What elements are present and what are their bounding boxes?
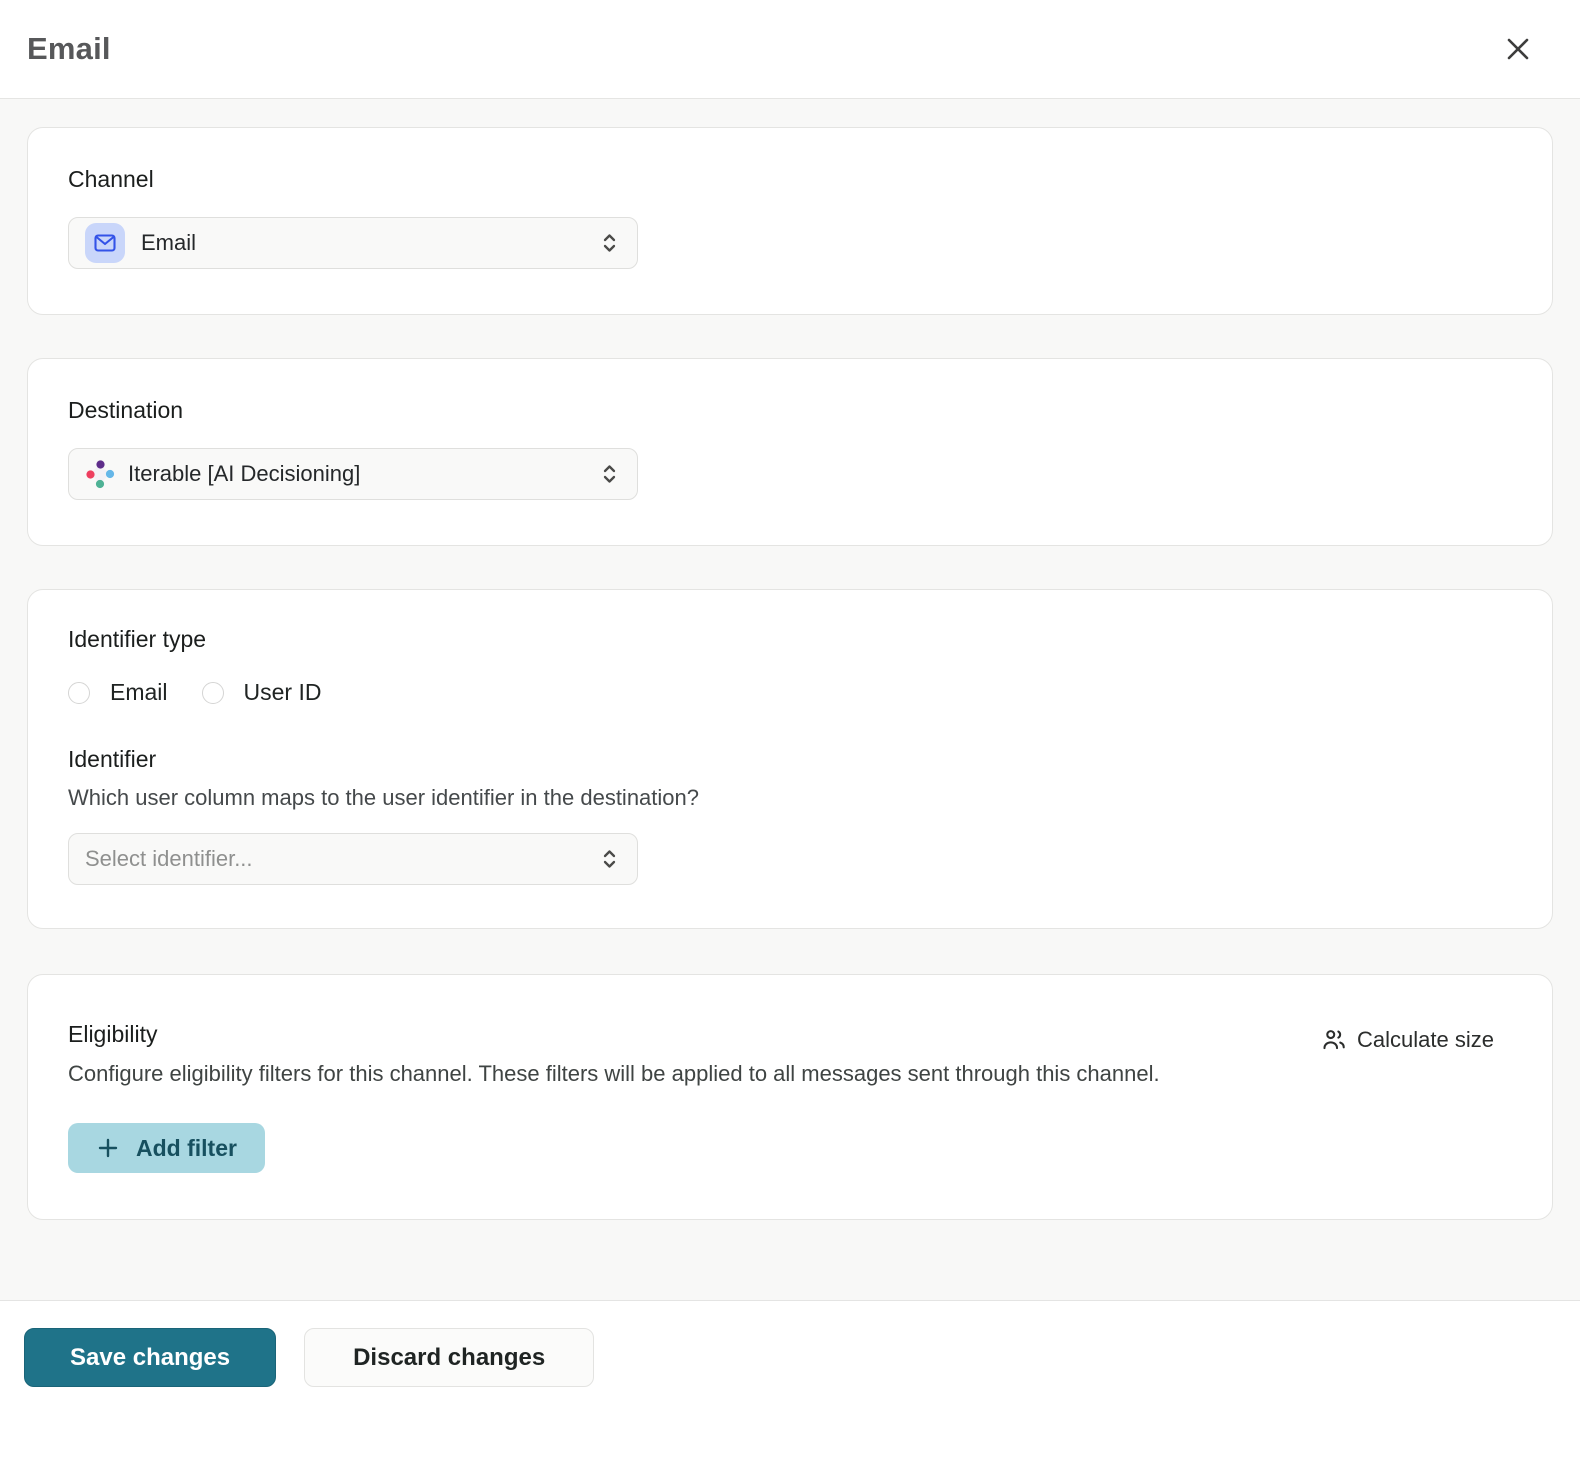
identifier-select[interactable]: Select identifier... (68, 833, 638, 885)
chevron-up-down-icon (601, 462, 618, 486)
identifier-select-placeholder: Select identifier... (85, 846, 253, 871)
eligibility-card: Eligibility Configure eligibility filter… (27, 974, 1553, 1221)
destination-label: Destination (68, 397, 184, 423)
channel-label: Channel (68, 166, 154, 192)
radio-email-circle[interactable] (68, 681, 90, 704)
close-icon (1504, 35, 1532, 63)
channel-select-value: Email (141, 230, 197, 255)
radio-user-id-circle[interactable] (201, 681, 224, 704)
radio-option-email[interactable]: Email (68, 679, 168, 706)
users-icon (1321, 1027, 1347, 1053)
eligibility-description: Configure eligibility filters for this c… (68, 1061, 1160, 1086)
email-icon (85, 223, 125, 263)
drawer-body: Channel Email Destination Iterable [AI D… (0, 99, 1580, 1301)
destination-card: Destination Iterable [AI Decisioning] (27, 358, 1553, 546)
drawer-footer: Save changes Discard changes (0, 1300, 1580, 1415)
close-button[interactable] (1496, 27, 1540, 71)
discard-changes-button[interactable]: Discard changes (304, 1328, 595, 1388)
calculate-size-label: Calculate size (1357, 1027, 1494, 1052)
identifier-help-text: Which user column maps to the user ident… (68, 785, 699, 810)
eligibility-title: Eligibility (68, 1021, 158, 1047)
calculate-size-button[interactable]: Calculate size (1321, 1027, 1494, 1053)
channel-select[interactable]: Email (68, 217, 638, 269)
add-filter-button[interactable]: Add filter (68, 1123, 265, 1174)
identifier-type-radio-group: Email User ID (68, 679, 1512, 706)
plus-icon (96, 1136, 120, 1160)
identifier-type-label: Identifier type (68, 626, 207, 652)
page-title: Email (27, 31, 111, 66)
drawer-header: Email (0, 0, 1580, 99)
destination-select[interactable]: Iterable [AI Decisioning] (68, 448, 638, 500)
add-filter-label: Add filter (136, 1134, 237, 1161)
radio-user-id-label: User ID (243, 679, 322, 705)
chevron-up-down-icon (601, 231, 618, 255)
channel-card: Channel Email (27, 127, 1553, 315)
chevron-up-down-icon (601, 847, 618, 871)
identifier-label: Identifier (68, 746, 157, 772)
radio-option-user-id[interactable]: User ID (201, 679, 322, 706)
radio-email-label: Email (110, 679, 168, 705)
iterable-logo-icon (85, 459, 115, 489)
identifier-card: Identifier type Email User ID Identifier… (27, 589, 1553, 929)
save-changes-button[interactable]: Save changes (24, 1328, 277, 1388)
destination-select-value: Iterable [AI Decisioning] (128, 461, 361, 486)
